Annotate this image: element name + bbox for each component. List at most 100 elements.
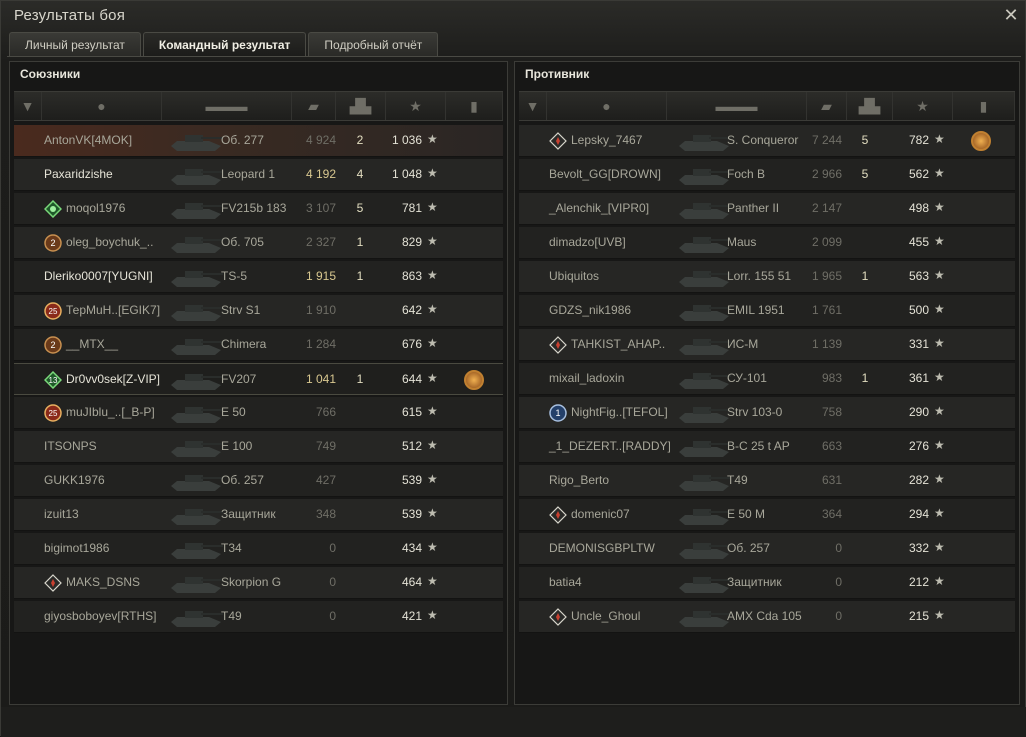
svg-text:2: 2 bbox=[50, 340, 55, 350]
star-icon: ★ bbox=[934, 506, 945, 520]
diamond-badge-icon bbox=[549, 506, 567, 524]
table-row[interactable]: mixail_ladoxin СУ-101 983 1 361 ★ bbox=[519, 363, 1015, 395]
kills-column-icon[interactable]: ▟▙ bbox=[847, 92, 893, 120]
star-icon: ★ bbox=[427, 404, 438, 418]
table-row[interactable]: 1 NightFig..[TEFOL] Strv 103-0 758 290 ★ bbox=[519, 397, 1015, 429]
player-name: ITSONPS bbox=[44, 439, 97, 453]
table-row[interactable]: bigimot1986 T34 0 434 ★ bbox=[14, 533, 503, 565]
red-badge-icon: 25 bbox=[44, 302, 62, 320]
vehicle-name: Foch B bbox=[727, 167, 766, 181]
kills-value: 5 bbox=[356, 201, 364, 215]
xp-column-icon[interactable]: ★ bbox=[386, 92, 446, 120]
damage-value: 364 bbox=[821, 507, 842, 521]
tab-bar: Личный результат Командный результат Под… bbox=[9, 32, 440, 56]
table-row[interactable]: 2 oleg_boychuk_.. Об. 705 2 327 1 829 ★ bbox=[14, 227, 503, 259]
close-icon[interactable]: ✕ bbox=[1003, 6, 1019, 24]
medal-icon[interactable] bbox=[464, 370, 484, 390]
table-row[interactable]: domenic07 E 50 M 364 294 ★ bbox=[519, 499, 1015, 531]
star-icon: ★ bbox=[934, 336, 945, 350]
damage-value: 0 bbox=[329, 575, 336, 589]
player-name: muJIblu_..[_B-P] bbox=[66, 405, 155, 419]
xp-value: 331 bbox=[908, 337, 929, 351]
table-row[interactable]: ITSONPS E 100 749 512 ★ bbox=[14, 431, 503, 463]
tab-detailed[interactable]: Подробный отчёт bbox=[308, 32, 439, 56]
damage-value: 2 327 bbox=[305, 235, 336, 249]
table-row[interactable]: MAKS_DSNS Skorpion G 0 464 ★ bbox=[14, 567, 503, 599]
damage-column-icon[interactable]: ▰ bbox=[807, 92, 847, 120]
tank-icon bbox=[169, 465, 224, 497]
xp-value: 361 bbox=[908, 371, 929, 385]
table-row[interactable]: Lepsky_7467 S. Conqueror 7 244 5 782 ★ bbox=[519, 125, 1015, 157]
green13-badge-icon: 13 bbox=[43, 370, 63, 390]
squad-column-icon[interactable]: ▼ bbox=[519, 92, 547, 120]
squad-column-icon[interactable]: ▼ bbox=[14, 92, 42, 120]
star-icon: ★ bbox=[427, 574, 438, 588]
tab-personal[interactable]: Личный результат bbox=[9, 32, 141, 56]
xp-value: 498 bbox=[908, 201, 929, 215]
tank-column-icon[interactable]: ▬▬▬ bbox=[667, 92, 807, 120]
damage-value: 1 139 bbox=[811, 337, 842, 351]
medal-column-icon[interactable]: ▮ bbox=[953, 92, 1015, 120]
player-name: moqol1976 bbox=[66, 201, 126, 215]
tank-icon bbox=[677, 499, 732, 531]
table-row[interactable]: GUKK1976 Об. 257 427 539 ★ bbox=[14, 465, 503, 497]
tab-team[interactable]: Командный результат bbox=[142, 32, 307, 56]
player-name: izuit13 bbox=[44, 507, 79, 521]
table-row[interactable]: dimadzo[UVB] Maus 2 099 455 ★ bbox=[519, 227, 1015, 259]
tank-icon bbox=[677, 227, 732, 259]
player-name: GUKK1976 bbox=[44, 473, 105, 487]
table-row[interactable]: Uncle_Ghoul AMX Cda 105 0 215 ★ bbox=[519, 601, 1015, 633]
xp-column-icon[interactable]: ★ bbox=[893, 92, 953, 120]
table-row[interactable]: moqol1976 FV215b 183 3 107 5 781 ★ bbox=[14, 193, 503, 225]
tank-column-icon[interactable]: ▬▬▬ bbox=[162, 92, 292, 120]
damage-value: 2 099 bbox=[811, 235, 842, 249]
tank-icon bbox=[169, 364, 224, 396]
vehicle-name: Strv S1 bbox=[221, 303, 261, 317]
table-row[interactable]: 13 Dr0vv0sek[Z-VIP] FV207 1 041 1 644 ★ bbox=[14, 363, 503, 395]
damage-value: 0 bbox=[329, 541, 336, 555]
vehicle-name: Об. 277 bbox=[221, 133, 264, 147]
player-name: mixail_ladoxin bbox=[549, 371, 625, 385]
player-name: DEMONISGBPLTW bbox=[549, 541, 655, 555]
damage-column-icon[interactable]: ▰ bbox=[292, 92, 336, 120]
table-row[interactable]: izuit13 Защитник 348 539 ★ bbox=[14, 499, 503, 531]
table-row[interactable]: AntonVK[4MOK] Об. 277 4 924 2 1 036 ★ bbox=[14, 125, 503, 157]
tank-icon bbox=[677, 465, 732, 497]
table-row[interactable]: Bevolt_GG[DROWN] Foch B 2 966 5 562 ★ bbox=[519, 159, 1015, 191]
table-row[interactable]: Paxaridzishe Leopard 1 4 192 4 1 048 ★ bbox=[14, 159, 503, 191]
table-row[interactable]: _Alenchik_[VIPR0] Panther II 2 147 498 ★ bbox=[519, 193, 1015, 225]
table-row[interactable]: Ubiquitos Lorr. 155 51 1 965 1 563 ★ bbox=[519, 261, 1015, 293]
xp-value: 421 bbox=[401, 609, 422, 623]
player-column-icon[interactable]: ● bbox=[42, 92, 162, 120]
table-row[interactable]: 25 ТерМuН..[EGIK7] Strv S1 1 910 642 ★ bbox=[14, 295, 503, 327]
player-column-icon[interactable]: ● bbox=[547, 92, 667, 120]
star-icon: ★ bbox=[934, 132, 945, 146]
star-icon: ★ bbox=[427, 371, 438, 385]
table-row[interactable]: 25 muJIblu_..[_B-P] E 50 766 615 ★ bbox=[14, 397, 503, 429]
tank-icon bbox=[677, 193, 732, 225]
vehicle-name: СУ-101 bbox=[727, 371, 767, 385]
xp-value: 294 bbox=[908, 507, 929, 521]
tank-icon bbox=[169, 227, 224, 259]
table-row[interactable]: Rigo_Berto T49 631 282 ★ bbox=[519, 465, 1015, 497]
table-row[interactable]: Dleriko0007[YUGNI] TS-5 1 915 1 863 ★ bbox=[14, 261, 503, 293]
table-row[interactable]: batia4 Защитник 0 212 ★ bbox=[519, 567, 1015, 599]
kills-column-icon[interactable]: ▟▙ bbox=[336, 92, 386, 120]
table-row[interactable]: GDZS_nik1986 EMIL 1951 1 761 500 ★ bbox=[519, 295, 1015, 327]
table-row[interactable]: DEMONISGBPLTW Об. 257 0 332 ★ bbox=[519, 533, 1015, 565]
medal-column-icon[interactable]: ▮ bbox=[446, 92, 503, 120]
table-row[interactable]: 2 __MTX__ Chimera 1 284 676 ★ bbox=[14, 329, 503, 361]
xp-value: 290 bbox=[908, 405, 929, 419]
xp-value: 782 bbox=[908, 133, 929, 147]
player-name: dimadzo[UVB] bbox=[549, 235, 626, 249]
star-icon: ★ bbox=[934, 200, 945, 214]
tank-icon bbox=[169, 533, 224, 565]
star-icon: ★ bbox=[934, 234, 945, 248]
medal-icon[interactable] bbox=[971, 131, 991, 151]
bronze-badge-icon: 2 bbox=[44, 336, 62, 354]
table-row[interactable]: TAHKIST_AHAP.. ИС-М 1 139 331 ★ bbox=[519, 329, 1015, 361]
blue-badge-icon: 1 bbox=[549, 404, 567, 422]
table-row[interactable]: giyosboboyev[RTHS] T49 0 421 ★ bbox=[14, 601, 503, 633]
table-row[interactable]: _1_DEZERT..[RADDY] B-C 25 t AP 663 276 ★ bbox=[519, 431, 1015, 463]
player-name: bigimot1986 bbox=[44, 541, 110, 555]
